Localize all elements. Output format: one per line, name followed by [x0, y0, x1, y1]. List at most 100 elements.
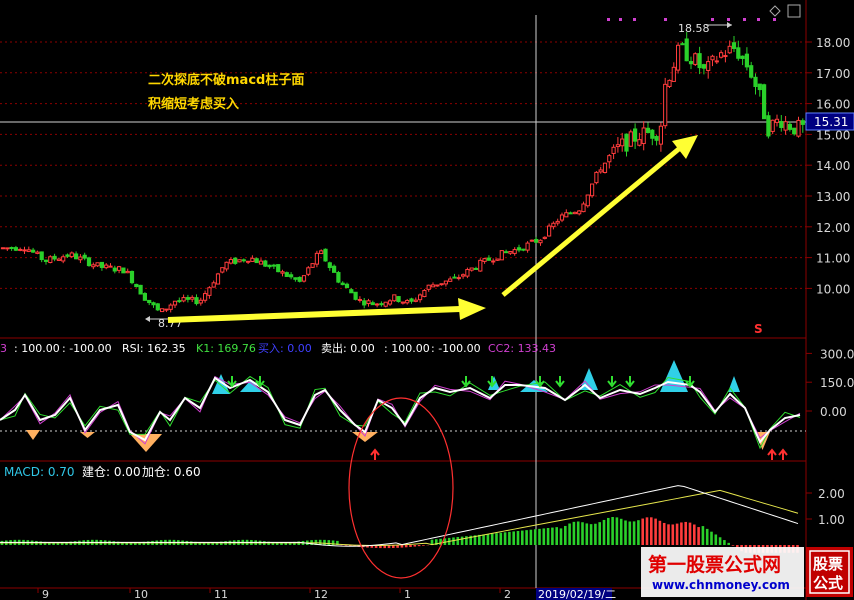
- candle: [568, 211, 573, 215]
- candle: [353, 291, 358, 301]
- candle: [164, 308, 169, 313]
- candle: [611, 144, 616, 160]
- price-grid: [0, 41, 806, 289]
- candle: [228, 257, 234, 265]
- indicator-value: CC2: 133.43: [488, 342, 556, 355]
- panel-toggle-icon[interactable]: [787, 4, 801, 18]
- signal-dot: [757, 18, 760, 21]
- signal-dot: [619, 18, 622, 21]
- high-marker: 18.58: [678, 22, 732, 35]
- indicator-value: RSI: 162.35: [122, 342, 186, 355]
- candle: [39, 251, 44, 263]
- candle: [461, 273, 466, 279]
- candle: [241, 258, 246, 263]
- candle: [194, 294, 199, 306]
- indicator-value: 3: [0, 342, 7, 355]
- candle: [516, 244, 522, 253]
- candle: [396, 296, 401, 303]
- signal-dot: [743, 18, 746, 21]
- candle: [22, 246, 27, 255]
- candle: [615, 137, 620, 153]
- candle: [590, 183, 595, 198]
- candle: [645, 122, 651, 134]
- candle: [297, 276, 302, 283]
- watermark-badge-top: 股票: [813, 555, 843, 573]
- annotation-line-2: 积缩短考虑买入: [148, 96, 239, 112]
- price-tick-label: 14.00: [816, 159, 850, 173]
- candle: [383, 301, 388, 308]
- sell-arrow: [607, 376, 617, 388]
- overbought-fill: [728, 376, 740, 392]
- candle: [796, 116, 801, 138]
- candle: [598, 166, 603, 174]
- candle: [233, 257, 238, 265]
- overbought-fill: [660, 360, 688, 392]
- price-tick-label: 16.00: [816, 98, 850, 112]
- indicator-header: 3: 100.00: -100.00 RSI: 162.35 K1: 169.76 买…: [0, 341, 556, 355]
- oversold-fill: [80, 432, 95, 438]
- candle: [585, 194, 590, 208]
- candle: [762, 83, 767, 120]
- candle: [753, 73, 758, 95]
- candle: [129, 270, 135, 285]
- candle: [624, 133, 629, 157]
- candle: [676, 42, 681, 74]
- candle: [534, 236, 539, 244]
- macd-axis: 2.00 1.00: [806, 487, 845, 527]
- stock-chart-window: 18.58 8.77 二次探底不破macd柱子面 积缩短考虑买入 S 18.00…: [0, 0, 854, 600]
- candle: [121, 267, 126, 274]
- signal-dot: [711, 18, 714, 21]
- candle: [160, 308, 165, 313]
- candle: [280, 269, 285, 277]
- candle: [198, 297, 203, 306]
- candle: [301, 275, 307, 283]
- candle: [48, 255, 53, 264]
- candle: [61, 254, 66, 264]
- diamond-icon[interactable]: [769, 5, 781, 17]
- macd-tick-label: 1.00: [818, 513, 845, 527]
- candle: [499, 250, 504, 261]
- candle: [276, 264, 281, 273]
- candle: [134, 283, 139, 288]
- candle: [181, 294, 186, 303]
- candle: [594, 171, 599, 185]
- candle: [744, 47, 749, 71]
- candle: [379, 301, 384, 307]
- indicator-tick-label: 300.0: [820, 347, 854, 361]
- candle: [220, 267, 225, 274]
- candle: [688, 56, 694, 70]
- candle: [26, 246, 31, 253]
- candle: [293, 277, 298, 282]
- candle: [271, 263, 276, 270]
- candle: [693, 52, 698, 67]
- candle: [654, 134, 659, 146]
- candle: [108, 263, 113, 268]
- crosshair: [0, 15, 806, 588]
- candle: [435, 284, 440, 287]
- candle: [633, 123, 638, 149]
- indicator-signal-arrows: [227, 376, 788, 460]
- candle: [538, 239, 543, 246]
- candle: [465, 267, 470, 279]
- buy-arrow: [778, 448, 788, 460]
- candle: [628, 129, 633, 147]
- indicator-value: : -100.00: [62, 342, 112, 355]
- candle: [508, 250, 513, 255]
- candle: [237, 259, 242, 263]
- trend-arrow-flat: [167, 298, 486, 323]
- buy-arrow: [370, 448, 380, 460]
- candle: [284, 271, 289, 278]
- candle: [185, 294, 191, 303]
- candle: [443, 280, 448, 287]
- candle: [413, 297, 418, 303]
- indicator-axis: 300.0 150.0 0.00: [806, 347, 854, 419]
- indicator-value: : 100.00: [14, 342, 60, 355]
- candle: [211, 280, 216, 288]
- watermark: 第一股票公式网 www.chnmoney.com 股票 公式: [641, 547, 853, 597]
- candle: [581, 201, 586, 213]
- high-price-label: 18.58: [678, 22, 710, 35]
- candle: [439, 283, 444, 286]
- candle: [736, 40, 741, 61]
- indicator-value: 卖出: 0.00: [321, 341, 375, 355]
- candle: [547, 223, 552, 237]
